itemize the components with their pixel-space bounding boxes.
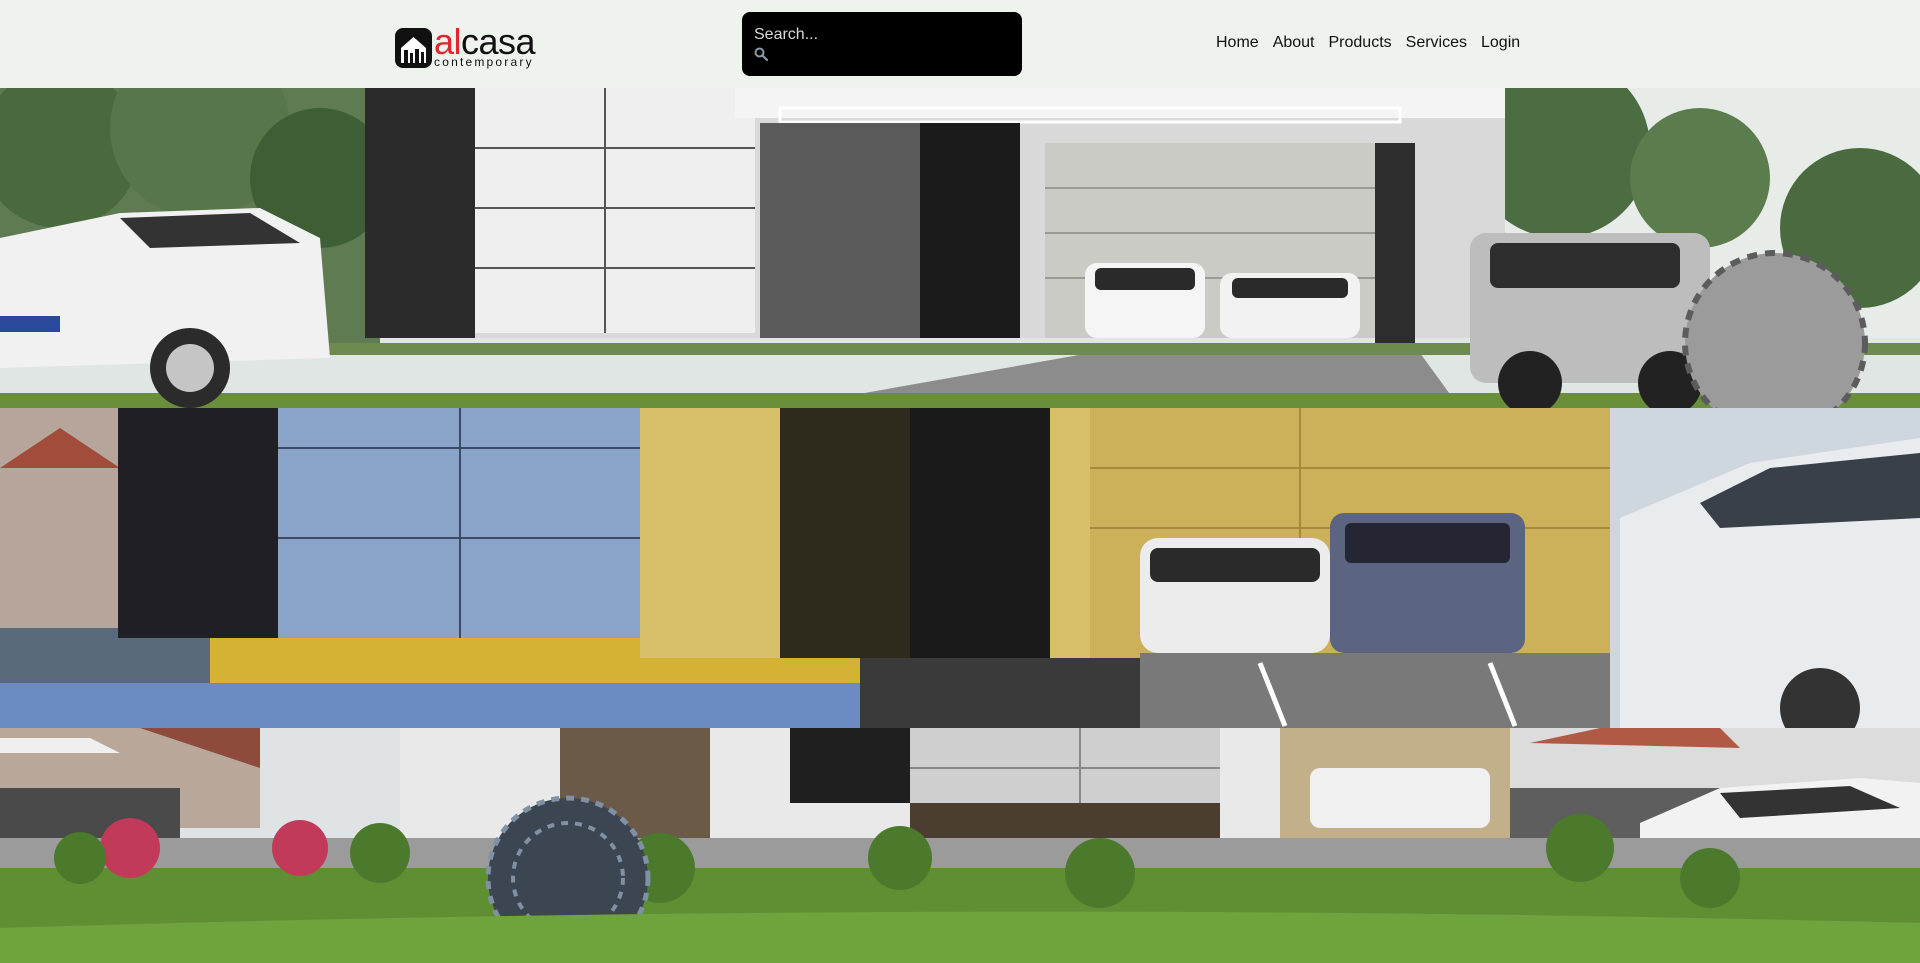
hero-image-modern-house-front [0, 88, 1920, 408]
search-box[interactable] [742, 12, 1022, 76]
nav-products-link[interactable]: Products [1329, 34, 1392, 52]
hero-image-house-closeup [0, 408, 1920, 728]
logo-house-icon [395, 28, 432, 68]
hero-gallery [0, 88, 1920, 963]
nav-services-link[interactable]: Services [1406, 34, 1467, 52]
logo-tagline: contemporary [434, 55, 534, 69]
main-nav: Home About Products Services Login [1216, 34, 1520, 52]
search-icon[interactable] [754, 47, 768, 61]
hero-image-garden-view [0, 728, 1920, 963]
nav-about-link[interactable]: About [1273, 34, 1315, 52]
nav-home-link[interactable]: Home [1216, 34, 1259, 52]
brand-logo[interactable]: alcasa contemporary [395, 24, 536, 70]
site-header: alcasa contemporary Home About Products … [0, 0, 1920, 88]
search-input[interactable] [754, 26, 994, 44]
nav-login-link[interactable]: Login [1481, 34, 1520, 52]
